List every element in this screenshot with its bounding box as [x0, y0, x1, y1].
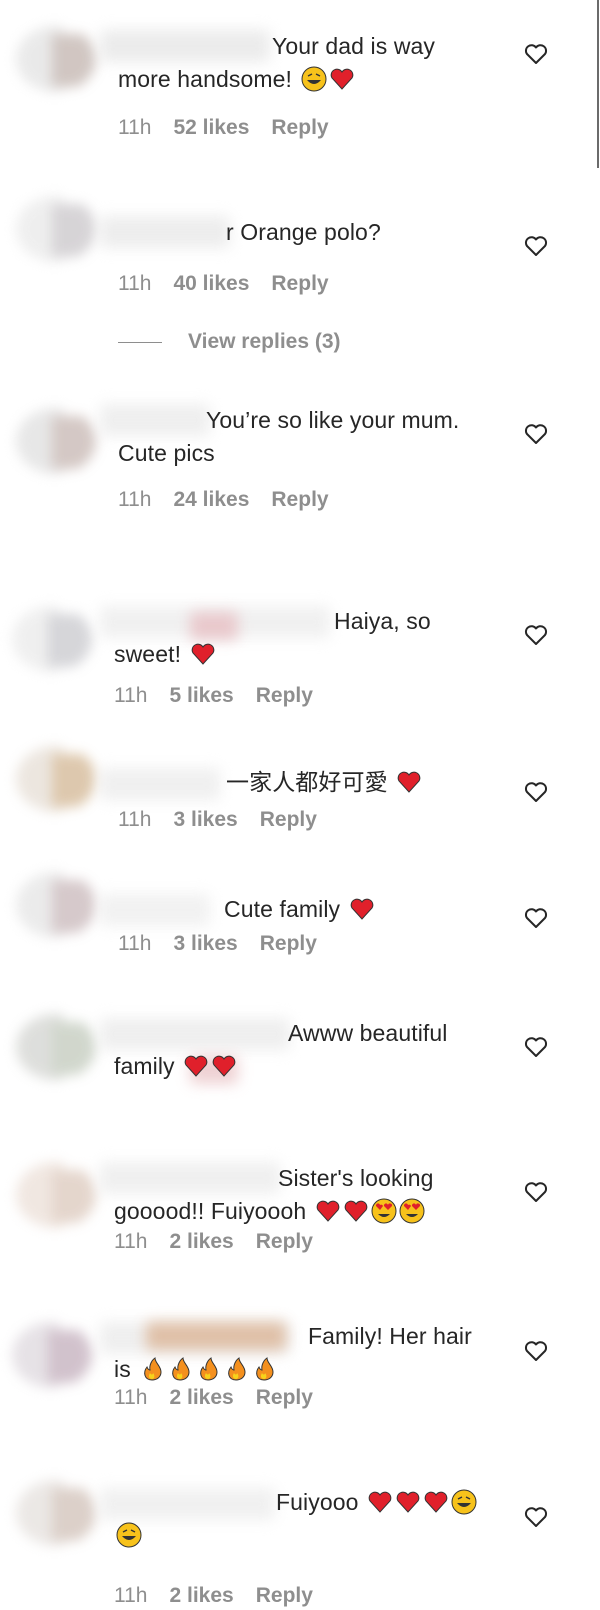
timestamp: 11h [118, 272, 152, 295]
like-count[interactable]: 3 likes [173, 808, 237, 831]
comment-meta: 11h 3 likes Reply [118, 932, 339, 956]
like-heart-icon[interactable] [524, 907, 548, 929]
comment-text: Cute family [118, 893, 490, 926]
comment-body: r Orange polo? [226, 219, 381, 245]
timestamp: 11h [114, 1230, 148, 1253]
red-heart-emoji-icon [184, 1055, 208, 1077]
red-heart-emoji-icon [344, 1200, 368, 1222]
avatar[interactable] [16, 26, 96, 92]
avatar[interactable] [16, 1162, 96, 1228]
like-count[interactable]: 2 likes [169, 1386, 233, 1409]
comment-meta: 11h 2 likes Reply [114, 1230, 335, 1254]
comment-text: 一家人都好可愛 [118, 766, 490, 799]
avatar[interactable] [16, 1014, 96, 1080]
comment-text: Awww beautiful family [114, 1017, 486, 1083]
timestamp: 11h [114, 684, 148, 707]
like-count[interactable]: 2 likes [169, 1230, 233, 1253]
like-count[interactable]: 2 likes [169, 1584, 233, 1607]
comment-text: You’re so like your mum. Cute pics [118, 404, 490, 470]
like-heart-icon[interactable] [524, 235, 548, 257]
fire-emoji-icon [172, 1357, 190, 1381]
laughing-emoji-icon [451, 1489, 477, 1515]
laughing-emoji-icon [301, 66, 326, 92]
comment-body: Fuiyooo [276, 1489, 359, 1515]
red-heart-emoji-icon [350, 898, 373, 920]
reply-button[interactable]: Reply [271, 272, 328, 295]
like-count[interactable]: 24 likes [173, 488, 249, 511]
timestamp: 11h [114, 1386, 148, 1409]
comment-body: Awww beautiful family [114, 1020, 448, 1079]
timestamp: 11h [118, 808, 152, 831]
reply-button[interactable]: Reply [256, 1584, 313, 1607]
fire-emoji-icon [200, 1357, 218, 1381]
comment-body: Haiya, so sweet! [114, 608, 431, 667]
scrollbar-track[interactable] [597, 0, 599, 168]
view-replies-button[interactable]: View replies (3) [118, 330, 341, 354]
heart-eyes-emoji-icon [399, 1198, 425, 1224]
comment-body: Your dad is way more handsome! [118, 33, 436, 92]
like-heart-icon[interactable] [524, 43, 548, 65]
comment-text: Family! Her hair is [114, 1320, 486, 1386]
reply-button[interactable]: Reply [271, 488, 328, 511]
like-heart-icon[interactable] [524, 1036, 548, 1058]
laughing-emoji-icon [116, 1522, 142, 1548]
timestamp: 11h [114, 1584, 148, 1607]
avatar[interactable] [16, 408, 96, 474]
comment-text: Haiya, so sweet! [114, 605, 486, 671]
like-heart-icon[interactable] [524, 624, 548, 646]
fire-emoji-icon [144, 1357, 162, 1381]
avatar[interactable] [16, 746, 96, 812]
red-heart-emoji-icon [424, 1491, 448, 1513]
red-heart-emoji-icon [212, 1055, 236, 1077]
comment-body: You’re so like your mum. Cute pics [118, 407, 460, 466]
comment-body: Cute family [224, 896, 341, 922]
like-count[interactable]: 5 likes [169, 684, 233, 707]
red-heart-emoji-icon [191, 643, 214, 665]
avatar[interactable] [12, 1322, 92, 1388]
comment-meta: 11h 52 likes Reply [118, 116, 351, 140]
comment-text: Fuiyooo [114, 1486, 486, 1552]
view-replies-label: View replies (3) [188, 330, 341, 353]
red-heart-emoji-icon [396, 1491, 420, 1513]
reply-button[interactable]: Reply [271, 116, 328, 139]
red-heart-emoji-icon [397, 771, 421, 793]
like-count[interactable]: 40 likes [173, 272, 249, 295]
comment-text: Sister's looking gooood!! Fuiyoooh [114, 1162, 486, 1228]
like-count[interactable]: 52 likes [173, 116, 249, 139]
fire-emoji-icon [256, 1357, 274, 1381]
reply-button[interactable]: Reply [256, 684, 313, 707]
reply-button[interactable]: Reply [256, 1386, 313, 1409]
red-heart-emoji-icon [316, 1200, 340, 1222]
like-count[interactable]: 3 likes [173, 932, 237, 955]
timestamp: 11h [118, 116, 152, 139]
timestamp: 11h [118, 488, 152, 511]
fire-emoji-icon [228, 1357, 246, 1381]
like-heart-icon[interactable] [524, 781, 548, 803]
reply-button[interactable]: Reply [260, 932, 317, 955]
like-heart-icon[interactable] [524, 1506, 548, 1528]
replies-divider [118, 341, 162, 343]
avatar[interactable] [16, 1480, 96, 1546]
comment-meta: 11h 2 likes Reply [114, 1584, 335, 1608]
comment-text: r Orange polo? [118, 216, 490, 249]
comment-meta: 11h 24 likes Reply [118, 488, 351, 512]
avatar[interactable] [12, 606, 92, 672]
like-heart-icon[interactable] [524, 1340, 548, 1362]
comment-meta: 11h 40 likes Reply [118, 272, 351, 296]
like-heart-icon[interactable] [524, 1181, 548, 1203]
comment-meta: 11h 5 likes Reply [114, 684, 335, 708]
avatar[interactable] [16, 196, 96, 262]
red-heart-emoji-icon [368, 1491, 392, 1513]
comment-text: Your dad is way more handsome! [118, 30, 490, 96]
comment-meta: 11h 2 likes Reply [114, 1386, 335, 1410]
reply-button[interactable]: Reply [256, 1230, 313, 1253]
heart-eyes-emoji-icon [371, 1198, 397, 1224]
like-heart-icon[interactable] [524, 423, 548, 445]
avatar[interactable] [16, 872, 96, 938]
red-heart-emoji-icon [330, 68, 353, 90]
timestamp: 11h [118, 932, 152, 955]
comment-meta: 11h 3 likes Reply [118, 808, 339, 832]
comment-body: 一家人都好可愛 [226, 769, 388, 795]
reply-button[interactable]: Reply [260, 808, 317, 831]
